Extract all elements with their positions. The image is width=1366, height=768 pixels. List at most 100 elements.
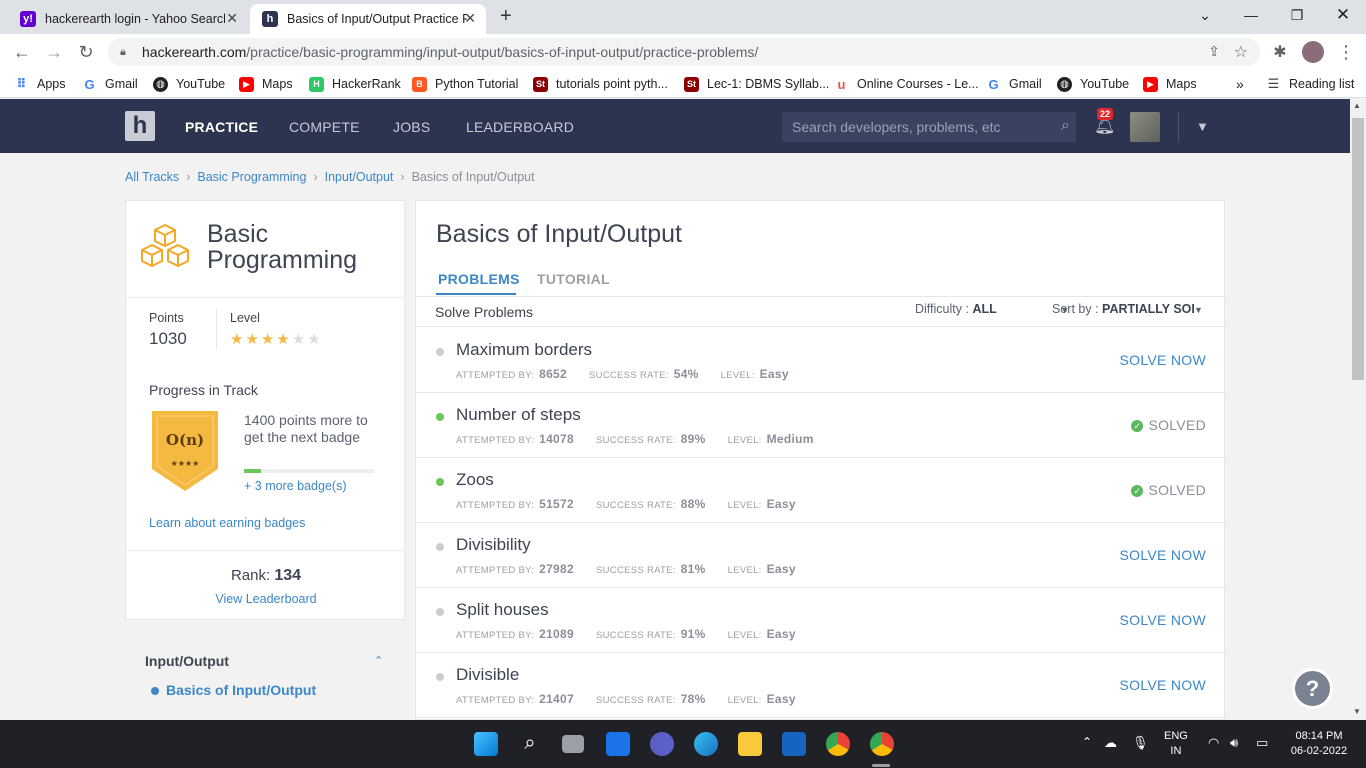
sidebar-section-input-output[interactable]: Input/Output: [145, 653, 229, 669]
bookmark-maps[interactable]: ▶ Maps: [239, 75, 293, 93]
difficulty-filter[interactable]: Difficulty : ALL ▼: [915, 302, 1069, 316]
reading-list-button[interactable]: ☰ Reading list: [1266, 75, 1355, 93]
scrollbar-thumb[interactable]: [1352, 118, 1364, 380]
bookmark-youtube[interactable]: ◍ YouTube: [153, 75, 225, 93]
learn-badges-link[interactable]: Learn about earning badges: [149, 516, 305, 530]
extensions-icon[interactable]: ✱: [1268, 40, 1292, 64]
reading-list-icon: ☰: [1267, 76, 1280, 91]
tab-problems[interactable]: PROBLEMS: [438, 271, 520, 287]
chrome-active-icon[interactable]: [870, 732, 894, 756]
solve-now-button[interactable]: SOLVE NOW: [1120, 352, 1206, 368]
bookmark-gmail-2[interactable]: G Gmail: [986, 75, 1041, 93]
scroll-up-icon[interactable]: ▲: [1353, 101, 1361, 110]
bookmark-dbms-syllabus[interactable]: St Lec-1: DBMS Syllab...: [684, 75, 829, 93]
clock[interactable]: 08:14 PM 06-02-2022: [1284, 729, 1354, 759]
breadcrumb-input-output[interactable]: Input/Output: [325, 170, 394, 184]
cubes-icon: [141, 224, 189, 267]
search-icon[interactable]: ⌕: [1061, 117, 1070, 135]
problem-name[interactable]: Maximum borders: [456, 340, 592, 360]
problem-row[interactable]: Maximum borders ATTEMPTED BY: 8652 SUCCESS…: [416, 328, 1226, 393]
menu-kebab-icon[interactable]: ⋮: [1334, 40, 1358, 64]
bookmark-hackerrank[interactable]: H HackerRank: [309, 75, 401, 93]
microphone-icon[interactable]: 🎙︎: [1132, 735, 1149, 751]
bookmark-youtube-2[interactable]: ◍ YouTube: [1057, 75, 1129, 93]
share-icon[interactable]: ⇪: [1208, 43, 1220, 60]
wifi-icon[interactable]: ◠: [1208, 735, 1219, 751]
breadcrumb-all-tracks[interactable]: All Tracks: [125, 170, 179, 184]
tab-hackerearth[interactable]: h Basics of Input/Output Practice P ✕: [250, 4, 486, 34]
widgets-icon[interactable]: [606, 732, 630, 756]
sidebar-item-basics-io[interactable]: Basics of Input/Output: [166, 682, 316, 698]
volume-icon[interactable]: 🔊︎: [1230, 735, 1238, 751]
bookmark-online-courses[interactable]: u Online Courses - Le...: [834, 75, 979, 93]
new-tab-button[interactable]: +: [500, 5, 512, 28]
nav-compete[interactable]: COMPETE: [289, 119, 360, 135]
solve-now-button[interactable]: SOLVE NOW: [1120, 677, 1206, 693]
youtube-icon: ▶: [239, 76, 254, 92]
reload-icon[interactable]: ↻: [74, 40, 98, 64]
edge-icon[interactable]: [694, 732, 718, 756]
nav-practice[interactable]: PRACTICE: [185, 119, 258, 135]
onedrive-icon[interactable]: ☁︎: [1104, 735, 1117, 751]
profile-avatar[interactable]: [1302, 41, 1324, 63]
file-explorer-icon[interactable]: [738, 732, 762, 756]
language-indicator[interactable]: ENG IN: [1164, 729, 1188, 759]
problem-name[interactable]: Split houses: [456, 600, 549, 620]
nav-jobs[interactable]: JOBS: [393, 119, 430, 135]
search-input[interactable]: Search developers, problems, etc ⌕: [782, 112, 1076, 142]
close-window-icon[interactable]: ✕: [1320, 0, 1366, 30]
chevron-up-icon[interactable]: ⌃: [374, 654, 383, 667]
bookmark-python-tutorial[interactable]: B Python Tutorial: [412, 75, 518, 93]
battery-icon[interactable]: ▭: [1256, 735, 1268, 751]
close-tab-icon[interactable]: ✕: [226, 10, 238, 27]
solve-now-button[interactable]: SOLVE NOW: [1120, 612, 1206, 628]
avatar[interactable]: [1130, 112, 1160, 142]
tab-tutorial[interactable]: TUTORIAL: [537, 271, 610, 287]
close-tab-icon[interactable]: ✕: [464, 10, 476, 27]
task-view-icon[interactable]: [562, 735, 584, 753]
st-icon: St: [533, 76, 548, 92]
nav-leaderboard[interactable]: LEADERBOARD: [466, 119, 574, 135]
problem-name[interactable]: Divisibility: [456, 535, 531, 555]
bookmark-tutorials-point[interactable]: St tutorials point pyth...: [533, 75, 668, 93]
bookmark-maps-2[interactable]: ▶ Maps: [1143, 75, 1197, 93]
badge-text: O(n): [165, 431, 205, 449]
google-icon: G: [84, 76, 95, 92]
breadcrumb-basic-programming[interactable]: Basic Programming: [197, 170, 306, 184]
chevron-up-icon[interactable]: ⌃: [1082, 735, 1092, 749]
windows-start-icon[interactable]: [474, 732, 498, 756]
bookmark-star-icon[interactable]: ☆: [1234, 42, 1248, 62]
bookmark-apps[interactable]: ⠿ Apps: [14, 75, 65, 93]
tab-search-icon[interactable]: ⌄: [1182, 0, 1228, 30]
tab-yahoo-search[interactable]: y! hackerearth login - Yahoo Search ✕: [8, 4, 248, 34]
maximize-icon[interactable]: ❐: [1274, 0, 1320, 30]
forward-icon[interactable]: →: [42, 40, 66, 64]
problem-row[interactable]: Zoos ATTEMPTED BY: 51572 SUCCESS RATE: 88%…: [416, 458, 1226, 523]
view-leaderboard-link[interactable]: View Leaderboard: [126, 592, 406, 606]
minimize-icon[interactable]: —: [1228, 0, 1274, 30]
back-icon[interactable]: ←: [10, 40, 34, 64]
scroll-down-icon[interactable]: ▼: [1353, 707, 1361, 716]
chrome-icon[interactable]: [826, 732, 850, 756]
search-icon[interactable]: ⌕: [518, 732, 542, 756]
attempted-count: 14078: [539, 432, 574, 446]
hackerearth-logo[interactable]: h: [125, 111, 155, 141]
problem-name[interactable]: Divisible: [456, 665, 519, 685]
help-button[interactable]: ?: [1292, 668, 1333, 709]
mail-icon[interactable]: [782, 732, 806, 756]
address-bar[interactable]: 🔒︎ hackerearth.com/practice/basic-progra…: [108, 38, 1260, 66]
problem-row[interactable]: Divisibility ATTEMPTED BY: 27982 SUCCESS R…: [416, 523, 1226, 588]
solve-now-button[interactable]: SOLVE NOW: [1120, 547, 1206, 563]
problem-row[interactable]: Number of steps ATTEMPTED BY: 14078 SUCCES…: [416, 393, 1226, 458]
problem-name[interactable]: Zoos: [456, 470, 494, 490]
chevron-down-icon[interactable]: ▼: [1196, 119, 1209, 134]
more-badges-link[interactable]: + 3 more badge(s): [244, 479, 346, 493]
problem-name[interactable]: Number of steps: [456, 405, 581, 425]
filter-bar: Solve Problems Difficulty : ALL ▼ Sort b…: [416, 296, 1226, 327]
problem-row[interactable]: Divisible ATTEMPTED BY: 21407 SUCCESS RATE…: [416, 653, 1226, 718]
more-bookmarks-button[interactable]: »: [1236, 75, 1244, 93]
sort-dropdown[interactable]: Sort by : PARTIALLY SOL▼: [1052, 302, 1203, 316]
teams-chat-icon[interactable]: [650, 732, 674, 756]
bookmark-gmail[interactable]: G Gmail: [82, 75, 137, 93]
problem-row[interactable]: Split houses ATTEMPTED BY: 21089 SUCCESS R…: [416, 588, 1226, 653]
